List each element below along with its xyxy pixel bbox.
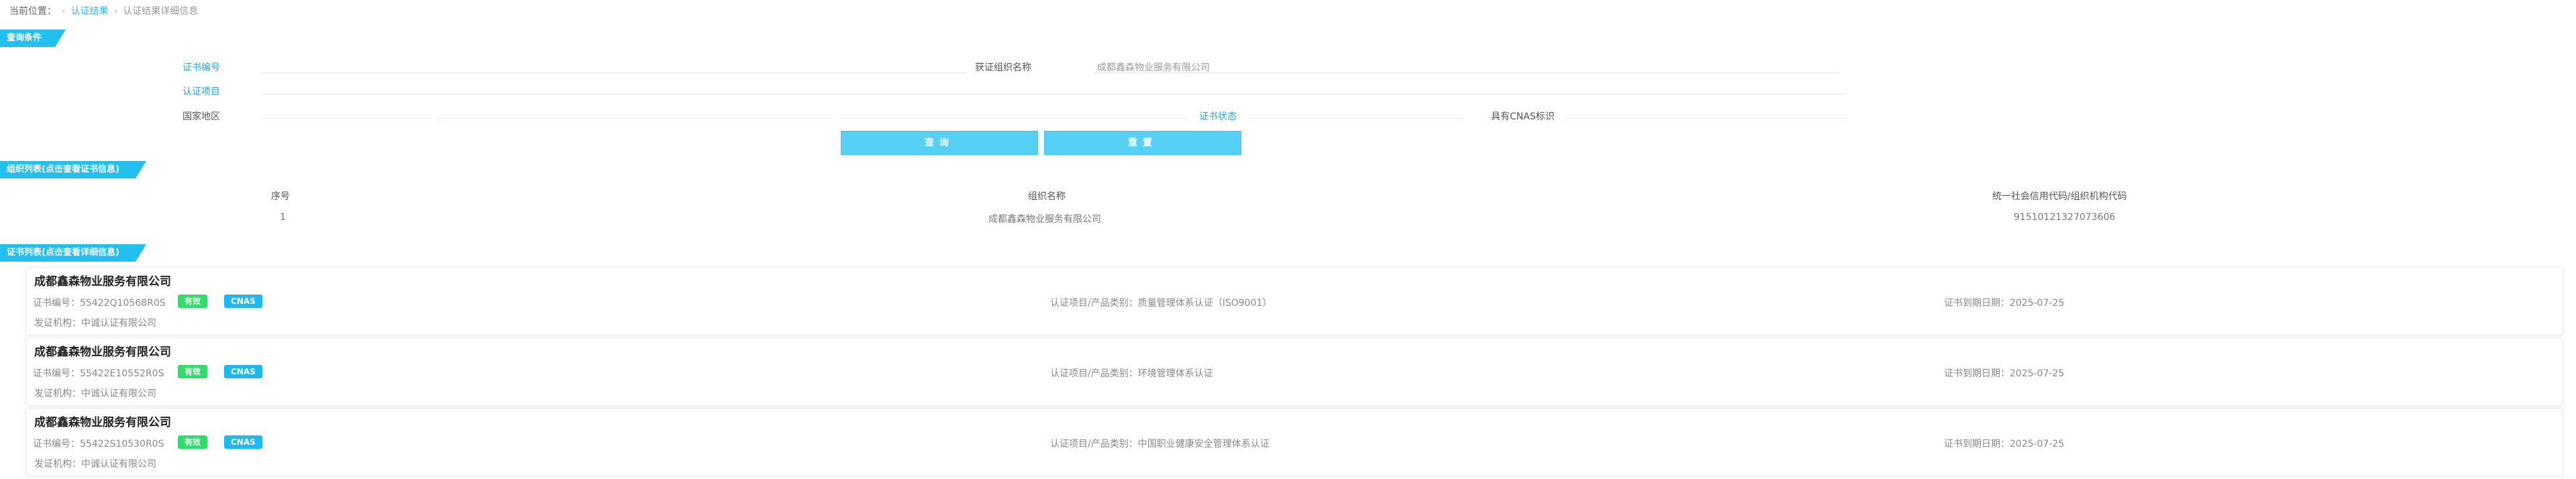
cert-issuer-label: 发证机构：: [34, 388, 81, 399]
reset-button[interactable]: 重置: [1044, 131, 1241, 155]
cnas-label: 具有CNAS标识: [1491, 111, 1555, 122]
cert-company-name: 成都鑫森物业服务有限公司: [34, 416, 171, 429]
org-list-section-title: 组织列表(点击查看证书信息): [0, 161, 146, 178]
org-col-name: 组织名称: [1028, 191, 1066, 202]
cnas-badge: CNAS: [224, 365, 262, 378]
cert-issuer-value: 中诚认证有限公司: [81, 388, 156, 399]
cnas-select[interactable]: [1563, 118, 1845, 119]
cert-no-value: 55422S10530R0S: [80, 439, 164, 449]
cert-no-label: 证书编号：: [33, 439, 80, 449]
search-button[interactable]: 查询: [841, 131, 1038, 155]
cert-no-value: 55422Q10568R0S: [80, 298, 166, 309]
cert-status-select[interactable]: [1248, 118, 1463, 119]
cert-status-label: 证书状态: [1199, 111, 1237, 122]
region-label: 国家地区: [183, 111, 220, 122]
cert-project-value: 环境管理体系认证: [1137, 368, 1213, 379]
cnas-badge: CNAS: [224, 435, 262, 449]
breadcrumb-current-label: 当前位置：: [9, 6, 56, 17]
valid-badge: 有效: [178, 295, 208, 308]
cert-expiry-value: 2025-07-25: [2010, 298, 2065, 309]
cert-project-label: 认证项目/产品类别：: [1050, 368, 1138, 379]
cert-project-label: 认证项目/产品类别：: [1050, 298, 1138, 309]
breadcrumb: 当前位置： › 认证结果 › 认证结果详细信息: [9, 4, 198, 17]
org-row-code: 91510121327073606: [2014, 212, 2116, 223]
org-row-index: 1: [280, 212, 286, 223]
region-select-1[interactable]: [262, 118, 429, 119]
cnas-badge: CNAS: [224, 295, 262, 308]
cert-expiry-label: 证书到期日期：: [1944, 298, 2010, 309]
valid-badge: 有效: [178, 435, 208, 449]
cert-company-name: 成都鑫森物业服务有限公司: [34, 275, 171, 288]
cert-card[interactable]: 成都鑫森物业服务有限公司 证书编号：55422S10530R0S 有效 CNAS…: [25, 408, 2563, 476]
cert-expiry-value: 2025-07-25: [2010, 368, 2065, 379]
cert-issuer-value: 中诚认证有限公司: [81, 459, 156, 470]
cert-no-value: 55422E10552R0S: [80, 368, 164, 379]
cert-card[interactable]: 成都鑫森物业服务有限公司 证书编号：55422Q10568R0S 有效 CNAS…: [25, 267, 2563, 335]
cert-no-label: 证书编号：: [33, 368, 80, 379]
valid-badge: 有效: [178, 365, 208, 378]
breadcrumb-current-page: 认证结果详细信息: [123, 6, 199, 17]
cert-no-label: 证书编号: [183, 62, 220, 73]
breadcrumb-separator: ›: [113, 6, 118, 17]
project-select[interactable]: [262, 94, 1845, 95]
cert-project-value: 质量管理体系认证（ISO9001）: [1137, 298, 1272, 309]
region-select-2[interactable]: [436, 118, 832, 119]
cert-issuer-label: 发证机构：: [34, 459, 81, 470]
cert-no-label: 证书编号：: [33, 298, 80, 309]
org-col-code: 统一社会信用代码/组织机构代码: [1992, 191, 2127, 202]
org-col-index: 序号: [271, 191, 290, 202]
cert-company-name: 成都鑫森物业服务有限公司: [34, 345, 171, 359]
cert-no-input[interactable]: [262, 72, 966, 73]
org-name-underline: [1094, 72, 1839, 73]
query-section-title: 查询条件: [0, 30, 66, 47]
project-label: 认证项目: [183, 87, 220, 97]
cert-project-label: 认证项目/产品类别：: [1050, 439, 1138, 449]
cert-list-section-title: 证书列表(点击查看详细信息): [0, 244, 146, 262]
cert-card[interactable]: 成都鑫森物业服务有限公司 证书编号：55422E10552R0S 有效 CNAS…: [25, 337, 2563, 406]
cert-expiry-label: 证书到期日期：: [1944, 368, 2010, 379]
region-select-3[interactable]: [839, 118, 1188, 119]
org-name-input[interactable]: 成都鑫森物业服务有限公司: [1097, 60, 1210, 74]
cert-project-value: 中国职业健康安全管理体系认证: [1137, 439, 1270, 449]
org-row-name[interactable]: 成都鑫森物业服务有限公司: [988, 212, 1101, 225]
breadcrumb-link-results[interactable]: 认证结果: [71, 6, 109, 17]
cert-expiry-label: 证书到期日期：: [1944, 439, 2010, 449]
breadcrumb-separator: ›: [62, 6, 66, 17]
cert-issuer-label: 发证机构：: [34, 318, 81, 329]
org-name-label: 获证组织名称: [975, 62, 1031, 73]
cert-issuer-value: 中诚认证有限公司: [81, 318, 156, 329]
cert-expiry-value: 2025-07-25: [2010, 439, 2065, 449]
